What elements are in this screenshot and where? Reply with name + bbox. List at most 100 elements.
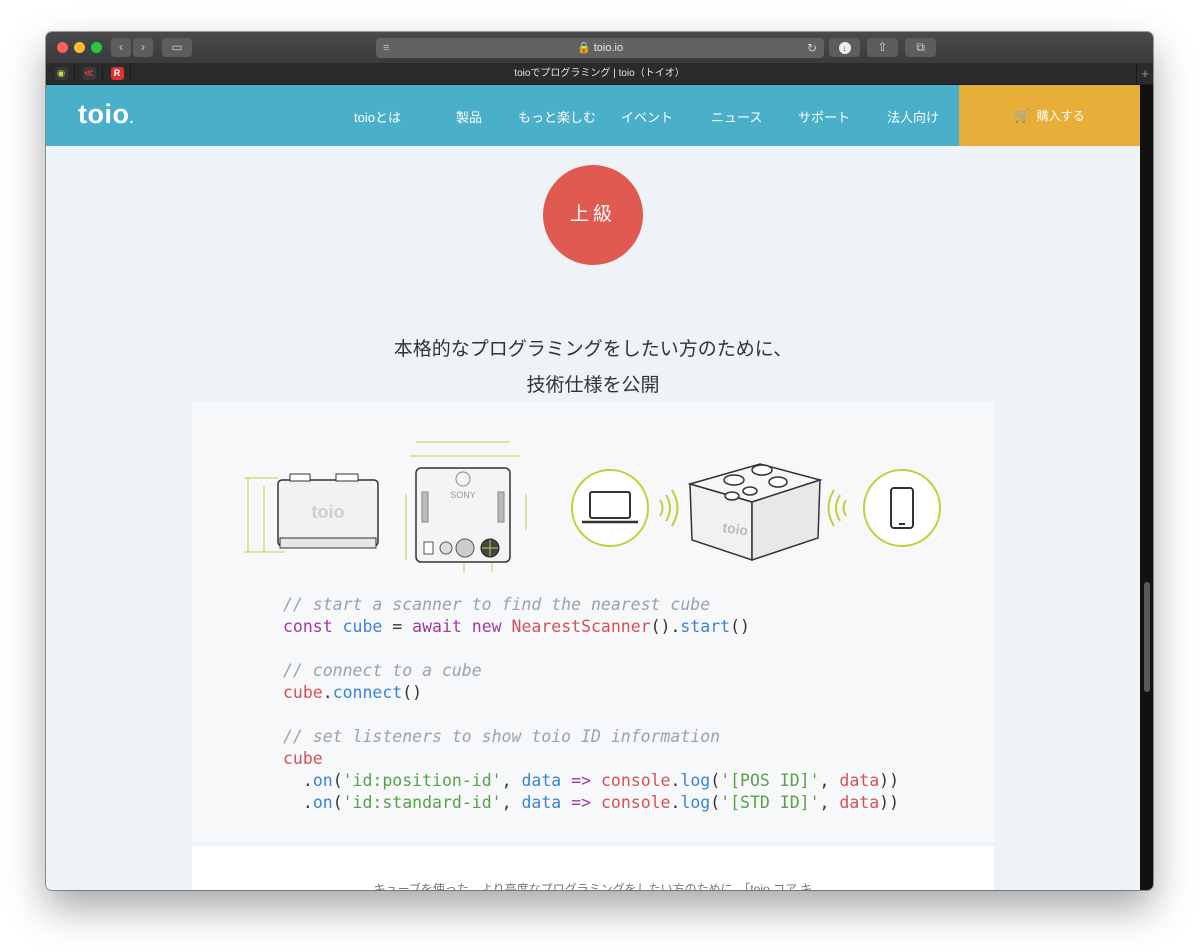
nav-about[interactable]: toioとは: [354, 107, 401, 126]
new-tab-button[interactable]: +: [1136, 63, 1153, 84]
code-token: NearestScanner: [511, 617, 651, 636]
code-token: data: [839, 793, 880, 812]
code-token: (: [710, 771, 721, 790]
code-token: =: [382, 617, 413, 636]
cart-icon: 🛒: [1014, 108, 1031, 123]
code-token: data: [521, 793, 562, 812]
level-badge: 上級: [543, 165, 643, 265]
forward-button[interactable]: ›: [133, 38, 153, 57]
code-token: ,: [501, 771, 522, 790]
code-token: )): [879, 793, 900, 812]
nav-events[interactable]: イベント: [621, 107, 673, 126]
code-token: ,: [819, 793, 840, 812]
chevron-left-icon: ‹: [119, 40, 123, 54]
code-token: (: [332, 793, 343, 812]
page-content: 上級 本格的なプログラミングをしたい方のために、 技術仕様を公開 toio SO…: [46, 146, 1140, 890]
code-token: console: [600, 793, 671, 812]
code-token: (): [402, 683, 423, 702]
code-token: on: [312, 793, 333, 812]
tab-bar: ◉ ≪ R toioでプログラミング | toio（トイオ） +: [46, 63, 1153, 85]
code-token: console: [600, 771, 671, 790]
buy-button[interactable]: 🛒 購入する: [959, 85, 1140, 146]
nav-products[interactable]: 製品: [456, 107, 482, 126]
browser-toolbar: ‹ › ▭ ≡ 🔒 toio.io ↻ ↓ ⇧ ⧉: [46, 32, 1153, 64]
nav-news[interactable]: ニュース: [711, 107, 762, 126]
download-icon: ↓: [838, 42, 851, 54]
teaser-text: キューブを使った、より高度なプログラミングをしたい方のために、「toio コア …: [373, 882, 813, 890]
code-comment: // set listeners to show toio ID informa…: [283, 727, 721, 746]
code-token: data: [521, 771, 562, 790]
smartphone-icon: [863, 469, 941, 547]
sidebar-icon: ▭: [171, 40, 183, 54]
code-token: '[STD ID]': [720, 793, 820, 812]
chevron-right-icon: ›: [141, 40, 145, 54]
address-bar[interactable]: ≡ 🔒 toio.io ↻: [376, 38, 824, 58]
buy-label: 購入する: [1036, 109, 1085, 123]
reader-icon[interactable]: ≡: [383, 38, 389, 58]
code-token: .: [670, 793, 681, 812]
nav-enjoy-more[interactable]: もっと楽しむ: [518, 107, 596, 126]
code-comment: // start a scanner to find the nearest c…: [283, 595, 711, 614]
code-token: log: [680, 793, 711, 812]
tabs-overview-button[interactable]: ⧉: [905, 38, 936, 57]
scrollbar-thumb[interactable]: [1144, 582, 1150, 692]
code-token: new: [471, 617, 502, 636]
url-text: toio.io: [593, 42, 624, 54]
code-token: const: [283, 617, 333, 636]
tabs-icon: ⧉: [916, 40, 925, 54]
headline-line-2: 技術仕様を公開: [526, 375, 660, 396]
cube-3d-icon: toio: [687, 463, 823, 562]
nav-business[interactable]: 法人向け: [887, 107, 939, 126]
share-icon: ⇧: [877, 40, 888, 54]
lock-icon: 🔒: [576, 42, 591, 54]
nav-support[interactable]: サポート: [798, 107, 850, 126]
code-token: (): [730, 617, 750, 636]
cube-top-icon: SONY: [415, 467, 511, 563]
cube-front-icon: toio: [277, 473, 379, 549]
code-token: log: [680, 771, 711, 790]
code-token: .: [322, 683, 333, 702]
code-token: on: [312, 771, 333, 790]
code-card: toio SONY toio // start a scanner to fin…: [192, 402, 994, 842]
back-button[interactable]: ‹: [111, 38, 131, 57]
cube-illustration: toio SONY toio: [244, 441, 941, 572]
downloads-button[interactable]: ↓: [829, 38, 860, 57]
minimize-window-button[interactable]: [74, 42, 85, 53]
code-comment: // connect to a cube: [283, 661, 482, 680]
scrollbar-track[interactable]: [1140, 85, 1153, 890]
code-token: data: [839, 771, 880, 790]
code-token: ,: [501, 793, 522, 812]
code-token: 'id:position-id': [342, 771, 502, 790]
laptop-icon: [571, 469, 649, 547]
code-token: ,: [819, 771, 840, 790]
code-token: =>: [561, 793, 601, 812]
active-tab-title[interactable]: toioでプログラミング | toio（トイオ）: [46, 63, 1153, 84]
code-token: .: [283, 793, 313, 812]
code-token: (: [710, 793, 721, 812]
share-button[interactable]: ⇧: [867, 38, 898, 57]
code-token: '[POS ID]': [720, 771, 820, 790]
wireless-signal-icon: [659, 489, 679, 527]
code-token: )): [879, 771, 900, 790]
code-token: cube: [283, 683, 323, 702]
zoom-window-button[interactable]: [91, 42, 102, 53]
sidebar-toggle-button[interactable]: ▭: [162, 38, 192, 57]
svg-text:SONY: SONY: [450, 490, 476, 500]
code-token: ().: [650, 617, 681, 636]
code-sample: // start a scanner to find the nearest c…: [283, 594, 899, 814]
code-token: .: [670, 771, 681, 790]
code-token: await: [412, 617, 462, 636]
site-logo[interactable]: toio: [78, 99, 134, 130]
close-window-button[interactable]: [57, 42, 68, 53]
description-card: キューブを使った、より高度なプログラミングをしたい方のために、「toio コア …: [192, 846, 994, 890]
code-token: connect: [332, 683, 403, 702]
code-token: cube: [342, 617, 383, 636]
code-token: 'id:standard-id': [342, 793, 502, 812]
code-token: start: [680, 617, 731, 636]
reload-icon[interactable]: ↻: [807, 38, 817, 58]
code-token: =>: [561, 771, 601, 790]
code-token: cube: [283, 749, 323, 768]
wireless-signal-right-icon: [827, 489, 847, 527]
code-token: (: [332, 771, 343, 790]
headline-line-1: 本格的なプログラミングをしたい方のために、: [393, 339, 793, 360]
